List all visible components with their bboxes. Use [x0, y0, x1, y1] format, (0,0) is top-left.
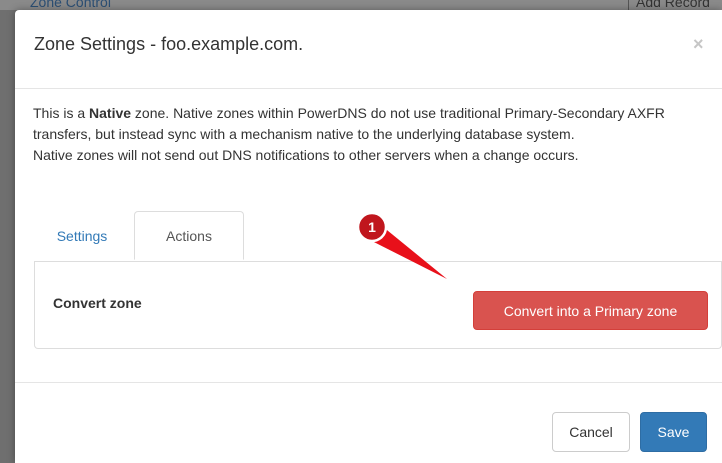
tab-actions[interactable]: Actions — [134, 211, 244, 260]
zone-settings-modal: Zone Settings - foo.example.com. × This … — [15, 10, 722, 463]
tab-bar: Settings Actions — [34, 211, 722, 262]
convert-to-primary-button[interactable]: Convert into a Primary zone — [473, 291, 708, 330]
save-button[interactable]: Save — [640, 412, 707, 452]
background-divider — [628, 0, 629, 10]
zone-description: This is a Native zone. Native zones with… — [33, 103, 703, 166]
cancel-button[interactable]: Cancel — [552, 412, 630, 452]
actions-panel: Convert zone Convert into a Primary zone — [34, 261, 722, 349]
description-line-1: This is a Native zone. Native zones with… — [33, 105, 665, 142]
modal-header: Zone Settings - foo.example.com. × — [15, 10, 722, 89]
background-zone-control-text: Zone Control — [30, 0, 111, 10]
modal-title: Zone Settings - foo.example.com. — [34, 34, 304, 54]
background-add-record-text: Add Record — [636, 0, 710, 10]
tab-settings[interactable]: Settings — [34, 211, 130, 260]
background-page-strip: Zone Control Add Record — [0, 0, 722, 10]
convert-zone-label: Convert zone — [53, 295, 142, 311]
close-icon[interactable]: × — [693, 34, 704, 55]
modal-footer: Cancel Save — [15, 382, 722, 463]
description-line-2: Native zones will not send out DNS notif… — [33, 147, 579, 163]
